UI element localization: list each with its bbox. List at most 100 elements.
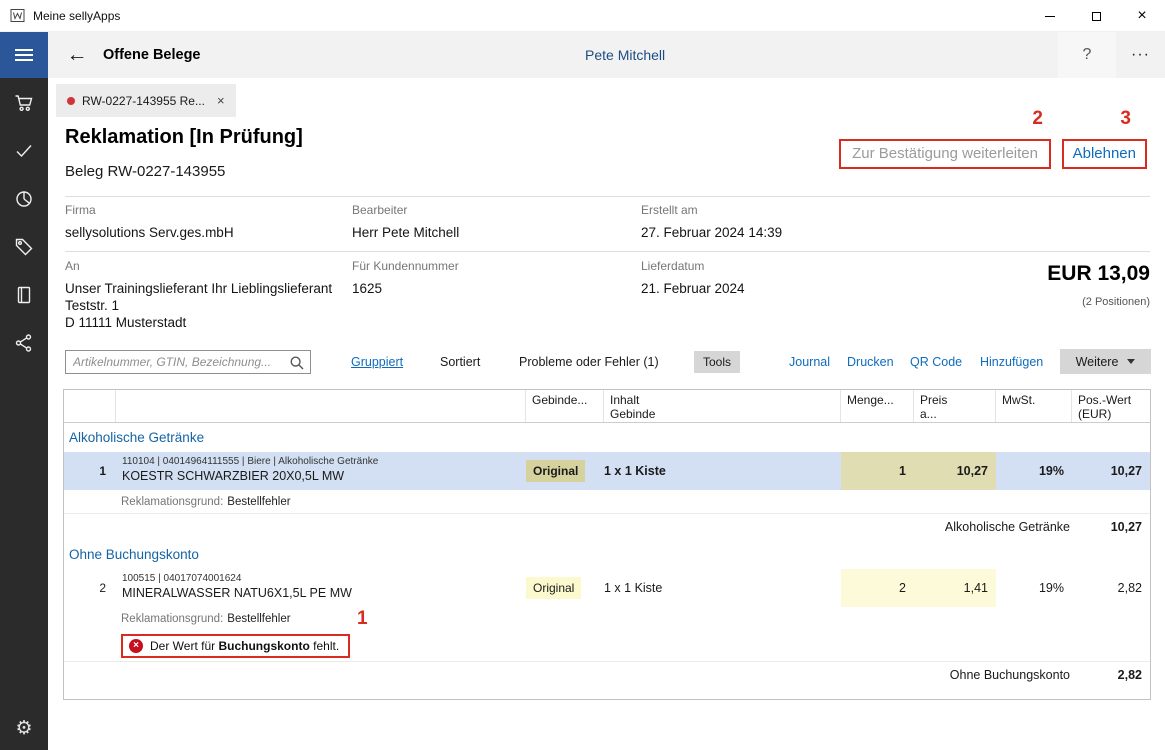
field-value-line: Teststr. 1: [65, 297, 332, 314]
field-value-line: Unser Trainingslieferant Ihr Lieblingsli…: [65, 280, 332, 297]
hamburger-menu-button[interactable]: [0, 32, 48, 78]
help-button[interactable]: ?: [1058, 32, 1116, 78]
forward-button[interactable]: Zur Bestätigung weiterleiten: [839, 139, 1051, 169]
mwst-cell: 19%: [996, 452, 1072, 490]
field-kundennummer: Für Kundennummer 1625: [352, 259, 459, 297]
group-footer-label: Alkoholische Getränke: [945, 520, 1070, 534]
sidebar-item-share[interactable]: [12, 333, 36, 353]
error-message-box: × Der Wert für Buchungskonto fehlt.: [121, 634, 350, 658]
minimize-icon: [1045, 16, 1055, 17]
minimize-button[interactable]: [1027, 0, 1073, 32]
sidebar-item-journal[interactable]: [12, 285, 36, 305]
article-name: MINERALWASSER NATU6X1,5L PE MW: [122, 586, 520, 600]
app-icon: [10, 8, 25, 23]
field-an: An Unser Trainingslieferant Ihr Liebling…: [65, 259, 332, 331]
positions-count: (2 Positionen): [1082, 296, 1150, 308]
sidebar-item-statistics[interactable]: [12, 189, 36, 209]
close-icon: ×: [1137, 8, 1146, 24]
qr-code-link[interactable]: QR Code: [910, 355, 962, 369]
pie-chart-icon: [14, 189, 34, 209]
group-header[interactable]: Ohne Buchungskonto: [64, 540, 1150, 569]
sidebar-item-cart[interactable]: [12, 93, 36, 113]
group-footer-label: Ohne Buchungskonto: [950, 668, 1070, 682]
row-description: 100515 | 04017074001624 MINERALWASSER NA…: [116, 569, 526, 607]
col-header-mwst[interactable]: MwSt.: [996, 390, 1072, 422]
inhalt-cell: 1 x 1 Kiste: [604, 569, 841, 607]
settings-gear-icon: ⚙: [15, 718, 32, 739]
more-button[interactable]: ···: [1116, 32, 1165, 78]
gebinde-cell: Original: [526, 452, 604, 490]
window-controls: ×: [1027, 0, 1165, 32]
table-row[interactable]: 2 100515 | 04017074001624 MINERALWASSER …: [64, 569, 1150, 607]
tools-button[interactable]: Tools: [694, 351, 740, 373]
field-label: Lieferdatum: [641, 259, 745, 273]
checkmark-icon: [14, 141, 34, 161]
field-label: Bearbeiter: [352, 203, 459, 217]
inhalt-cell: 1 x 1 Kiste: [604, 452, 841, 490]
search-input[interactable]: [66, 351, 310, 373]
reject-button[interactable]: Ablehnen: [1062, 139, 1147, 169]
reklamationsgrund-value: Bestellfehler: [227, 613, 290, 625]
journal-icon: [14, 285, 34, 305]
annotation-1: 1: [357, 608, 368, 630]
maximize-icon: [1092, 12, 1101, 21]
reklamationsgrund-row: Reklamationsgrund: Bestellfehler: [64, 490, 1150, 513]
journal-link[interactable]: Journal: [789, 355, 830, 369]
annotation-2: 2: [1032, 108, 1043, 130]
group-footer: Ohne Buchungskonto 2,82: [64, 661, 1150, 688]
divider: [65, 251, 1150, 252]
menge-cell[interactable]: 2: [841, 569, 914, 607]
back-button[interactable]: ←: [60, 32, 94, 78]
field-value-line: D 11111 Musterstadt: [65, 314, 332, 331]
user-name-link[interactable]: Pete Mitchell: [585, 47, 665, 63]
col-header-gebinde[interactable]: Gebinde...: [526, 390, 604, 422]
drucken-link[interactable]: Drucken: [847, 355, 894, 369]
hinzufuegen-link[interactable]: Hinzufügen: [980, 355, 1043, 369]
field-bearbeiter: Bearbeiter Herr Pete Mitchell: [352, 203, 459, 241]
positions-table: Gebinde... InhaltGebinde Menge... Preisa…: [63, 389, 1151, 700]
weitere-dropdown-button[interactable]: Weitere: [1060, 349, 1151, 374]
col-header-inhalt[interactable]: InhaltGebinde: [604, 390, 841, 422]
col-header-desc: [116, 390, 526, 422]
tab-close-icon[interactable]: ×: [217, 93, 225, 108]
field-label: Firma: [65, 203, 234, 217]
weitere-label: Weitere: [1076, 355, 1119, 369]
field-firma: Firma sellysolutions Serv.ges.mbH: [65, 203, 234, 241]
window-title: Meine sellyApps: [33, 9, 120, 23]
preis-cell[interactable]: 10,27: [914, 452, 996, 490]
field-value: 27. Februar 2024 14:39: [641, 224, 782, 241]
col-header-preis[interactable]: Preisa...: [914, 390, 996, 422]
row-number: 2: [64, 569, 116, 607]
price-tag-icon: [14, 237, 34, 257]
group-footer-value: 10,27: [1070, 520, 1150, 534]
article-meta: 110104 | 04014964111555 | Biere | Alkoho…: [122, 456, 520, 467]
filter-gruppiert-link[interactable]: Gruppiert: [351, 355, 403, 369]
maximize-button[interactable]: [1073, 0, 1119, 32]
field-value: sellysolutions Serv.ges.mbH: [65, 224, 234, 241]
field-lieferdatum: Lieferdatum 21. Februar 2024: [641, 259, 745, 297]
sidebar-item-settings[interactable]: ⚙: [0, 717, 48, 740]
field-label: Für Kundennummer: [352, 259, 459, 273]
col-header-menge[interactable]: Menge...: [841, 390, 914, 422]
table-header-row: Gebinde... InhaltGebinde Menge... Preisa…: [64, 390, 1150, 423]
preis-cell[interactable]: 1,41: [914, 569, 996, 607]
app-window: Meine sellyApps × ← Offene Belege Pete M…: [0, 0, 1165, 750]
error-message: Der Wert für Buchungskonto fehlt.: [150, 639, 339, 653]
menge-cell[interactable]: 1: [841, 452, 914, 490]
col-header-wert[interactable]: Pos.-Wert(EUR): [1072, 390, 1150, 422]
search-icon: [289, 355, 305, 371]
filter-sortiert-link[interactable]: Sortiert: [440, 355, 480, 369]
annotation-3: 3: [1120, 108, 1131, 130]
filter-probleme-link[interactable]: Probleme oder Fehler (1): [519, 355, 659, 369]
document-tab[interactable]: RW-0227-143955 Re... ×: [56, 84, 236, 117]
page-title: Offene Belege: [103, 47, 201, 63]
group-header[interactable]: Alkoholische Getränke: [64, 423, 1150, 452]
table-row[interactable]: 1 110104 | 04014964111555 | Biere | Alko…: [64, 452, 1150, 490]
row-description: 110104 | 04014964111555 | Biere | Alkoho…: [116, 452, 526, 490]
mwst-cell: 19%: [996, 569, 1072, 607]
close-button[interactable]: ×: [1119, 0, 1165, 32]
sidebar-item-prices[interactable]: [12, 237, 36, 257]
reklamationsgrund-label: Reklamationsgrund:: [121, 496, 223, 508]
error-icon: ×: [129, 639, 143, 653]
sidebar-item-tasks[interactable]: [12, 141, 36, 161]
